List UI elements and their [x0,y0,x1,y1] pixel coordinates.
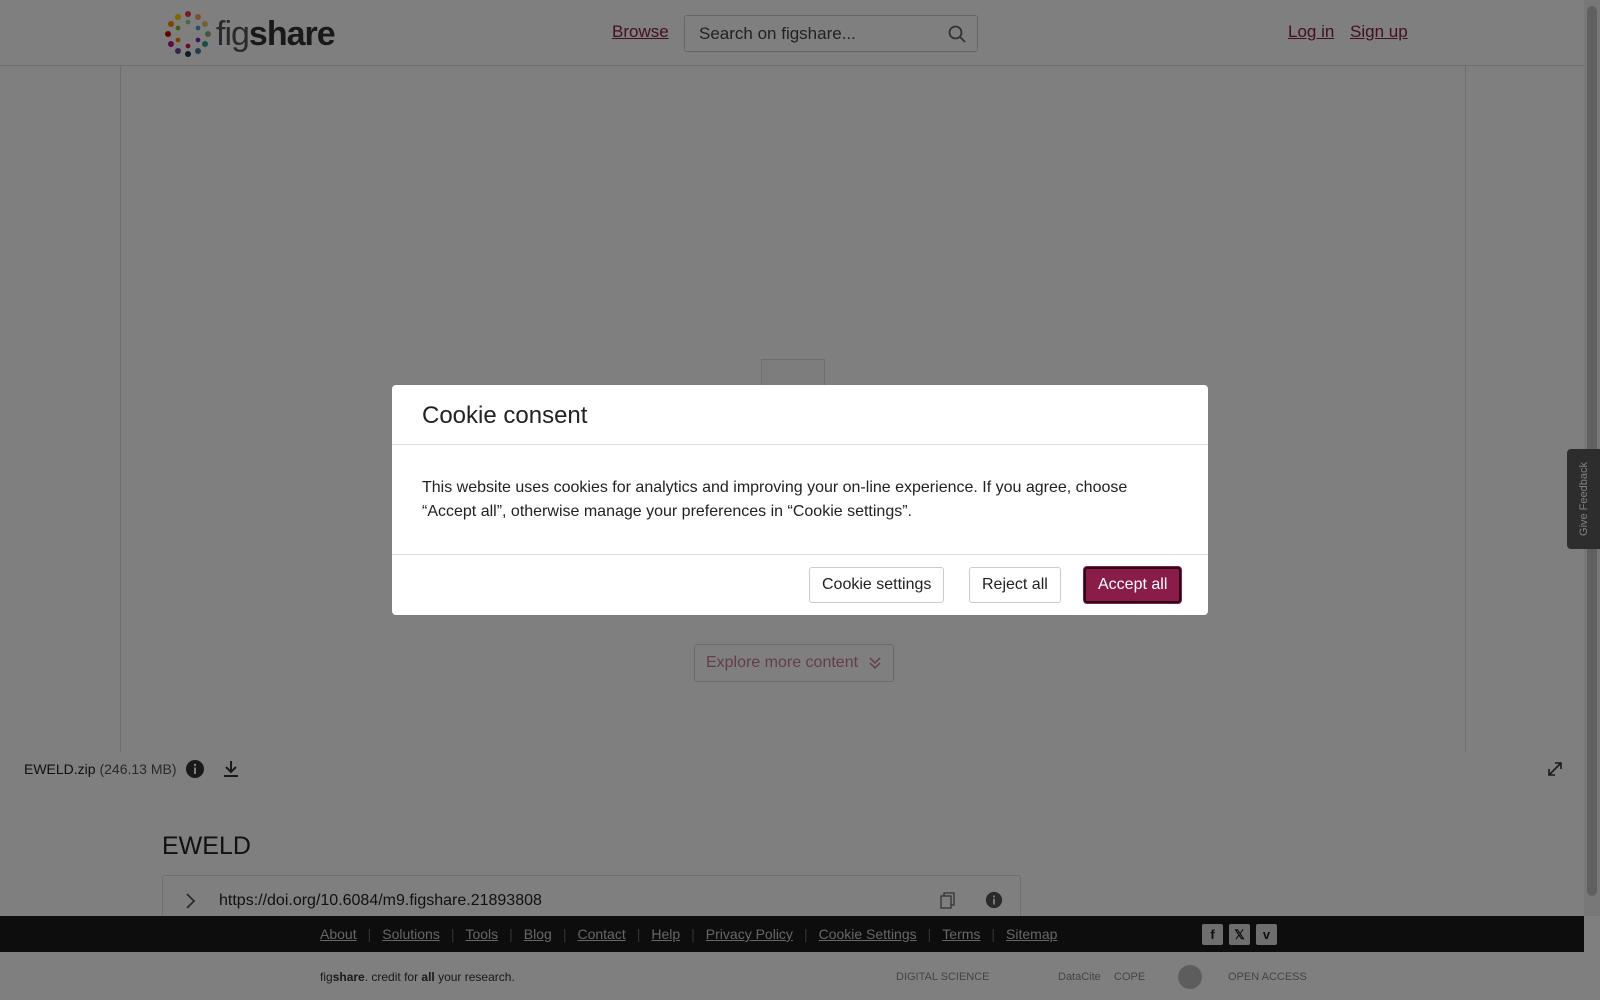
modal-header: Cookie consent [392,385,1208,445]
cookie-consent-dialog: Cookie consent This website uses cookies… [392,385,1208,615]
cookie-settings-button[interactable]: Cookie settings [809,567,945,603]
accept-all-button[interactable]: Accept all [1084,567,1182,603]
reject-all-button[interactable]: Reject all [969,567,1061,603]
modal-footer: Cookie settings Reject all Accept all [392,555,1208,615]
modal-body: This website uses cookies for analytics … [392,445,1208,555]
cookie-consent-message: This website uses cookies for analytics … [422,479,1128,520]
modal-title: Cookie consent [422,402,588,429]
